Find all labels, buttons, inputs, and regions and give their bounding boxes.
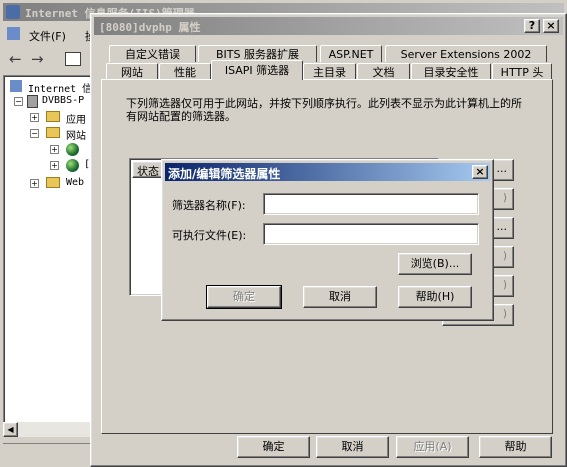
menu-file[interactable]: 文件(F) xyxy=(29,28,66,44)
tab-home-directory[interactable]: 主目录 xyxy=(303,63,356,80)
tab-website[interactable]: 网站 xyxy=(106,63,158,80)
tree-collapse-icon[interactable]: − xyxy=(30,129,39,138)
tree-collapse-icon[interactable]: − xyxy=(14,97,23,106)
tree-expand-icon[interactable]: + xyxy=(30,113,39,122)
props-cancel-button[interactable]: 取消 xyxy=(316,436,389,458)
folder-icon xyxy=(46,177,60,188)
website-globe-icon xyxy=(66,143,79,156)
executable-input[interactable] xyxy=(263,223,479,245)
tree-horizontal-scrollbar[interactable]: ◀ xyxy=(3,422,98,437)
props-apply-button[interactable]: 应用(A) xyxy=(396,436,469,458)
edit-filter-dialog: 添加/编辑筛选器属性 × 筛选器名称(F): 可执行文件(E): 浏览(B)..… xyxy=(161,159,494,321)
folder-icon xyxy=(46,111,60,122)
iis-app-icon xyxy=(6,5,20,19)
filter-name-input[interactable] xyxy=(263,193,479,215)
tree-expand-icon[interactable]: + xyxy=(50,161,59,170)
show-tree-icon[interactable] xyxy=(65,52,81,66)
edit-dialog-title-bar: 添加/编辑筛选器属性 × xyxy=(165,163,490,181)
forward-arrow-icon[interactable]: → xyxy=(31,50,44,68)
help-title-button[interactable]: ? xyxy=(524,19,540,33)
tree-expand-icon[interactable]: + xyxy=(30,179,39,188)
tab-documents[interactable]: 文档 xyxy=(357,63,410,80)
props-ok-button[interactable]: 确定 xyxy=(237,436,310,458)
tab-performance[interactable]: 性能 xyxy=(159,63,211,80)
tree-expand-icon[interactable]: + xyxy=(50,145,59,154)
tree-item-apppools[interactable]: 应用 xyxy=(66,111,86,126)
menu-app-icon xyxy=(7,27,20,40)
tree-item-websites[interactable]: 网站 xyxy=(66,127,86,142)
back-arrow-icon[interactable]: ← xyxy=(9,50,22,68)
edit-ok-button[interactable]: 确定 xyxy=(206,285,282,309)
browse-button[interactable]: 浏览(B)... xyxy=(398,253,472,275)
properties-title: [8080]dvphp 属性 xyxy=(99,21,201,34)
tree-item-webext[interactable]: Web xyxy=(66,177,84,188)
properties-title-bar: [8080]dvphp 属性 ? × xyxy=(94,17,563,35)
server-icon xyxy=(27,95,38,108)
tree-pane[interactable]: Internet 信 − DVBBS-P + 应用 − 网站 + + [ + W… xyxy=(3,75,98,437)
main-status-bar xyxy=(3,443,98,464)
tree-root-label[interactable]: Internet 信 xyxy=(28,80,92,95)
filter-name-label: 筛选器名称(F): xyxy=(172,199,246,212)
close-title-button[interactable]: × xyxy=(543,19,559,33)
tab-directory-security[interactable]: 目录安全性 xyxy=(411,63,491,80)
props-help-button[interactable]: 帮助 xyxy=(479,436,552,458)
main-toolbar: ← → xyxy=(3,46,93,72)
tab-custom-errors[interactable]: 自定义错误 xyxy=(109,45,196,62)
website-globe-icon xyxy=(66,159,79,172)
tab-isapi-filters[interactable]: ISAPI 筛选器 xyxy=(211,60,303,80)
executable-label: 可执行文件(E): xyxy=(172,229,247,242)
edit-cancel-button[interactable]: 取消 xyxy=(303,286,377,308)
tab-aspnet[interactable]: ASP.NET xyxy=(320,45,382,62)
folder-icon xyxy=(46,127,60,138)
main-menu-bar: 文件(F) 操 xyxy=(3,24,96,44)
filters-description: 下列筛选器仅可用于此网站，并按下列顺序执行。此列表不显示为此计算机上的所有网站配… xyxy=(126,97,522,123)
iis-root-icon xyxy=(10,80,22,92)
edit-dialog-close-button[interactable]: × xyxy=(472,165,488,179)
scroll-left-arrow-icon[interactable]: ◀ xyxy=(3,422,18,437)
edit-help-button[interactable]: 帮助(H) xyxy=(398,286,472,308)
edit-dialog-title: 添加/编辑筛选器属性 xyxy=(168,167,281,181)
tab-http-headers[interactable]: HTTP 头 xyxy=(492,63,552,80)
tree-server-label[interactable]: DVBBS-P xyxy=(42,95,84,106)
tab-server-extensions[interactable]: Server Extensions 2002 xyxy=(385,45,547,62)
